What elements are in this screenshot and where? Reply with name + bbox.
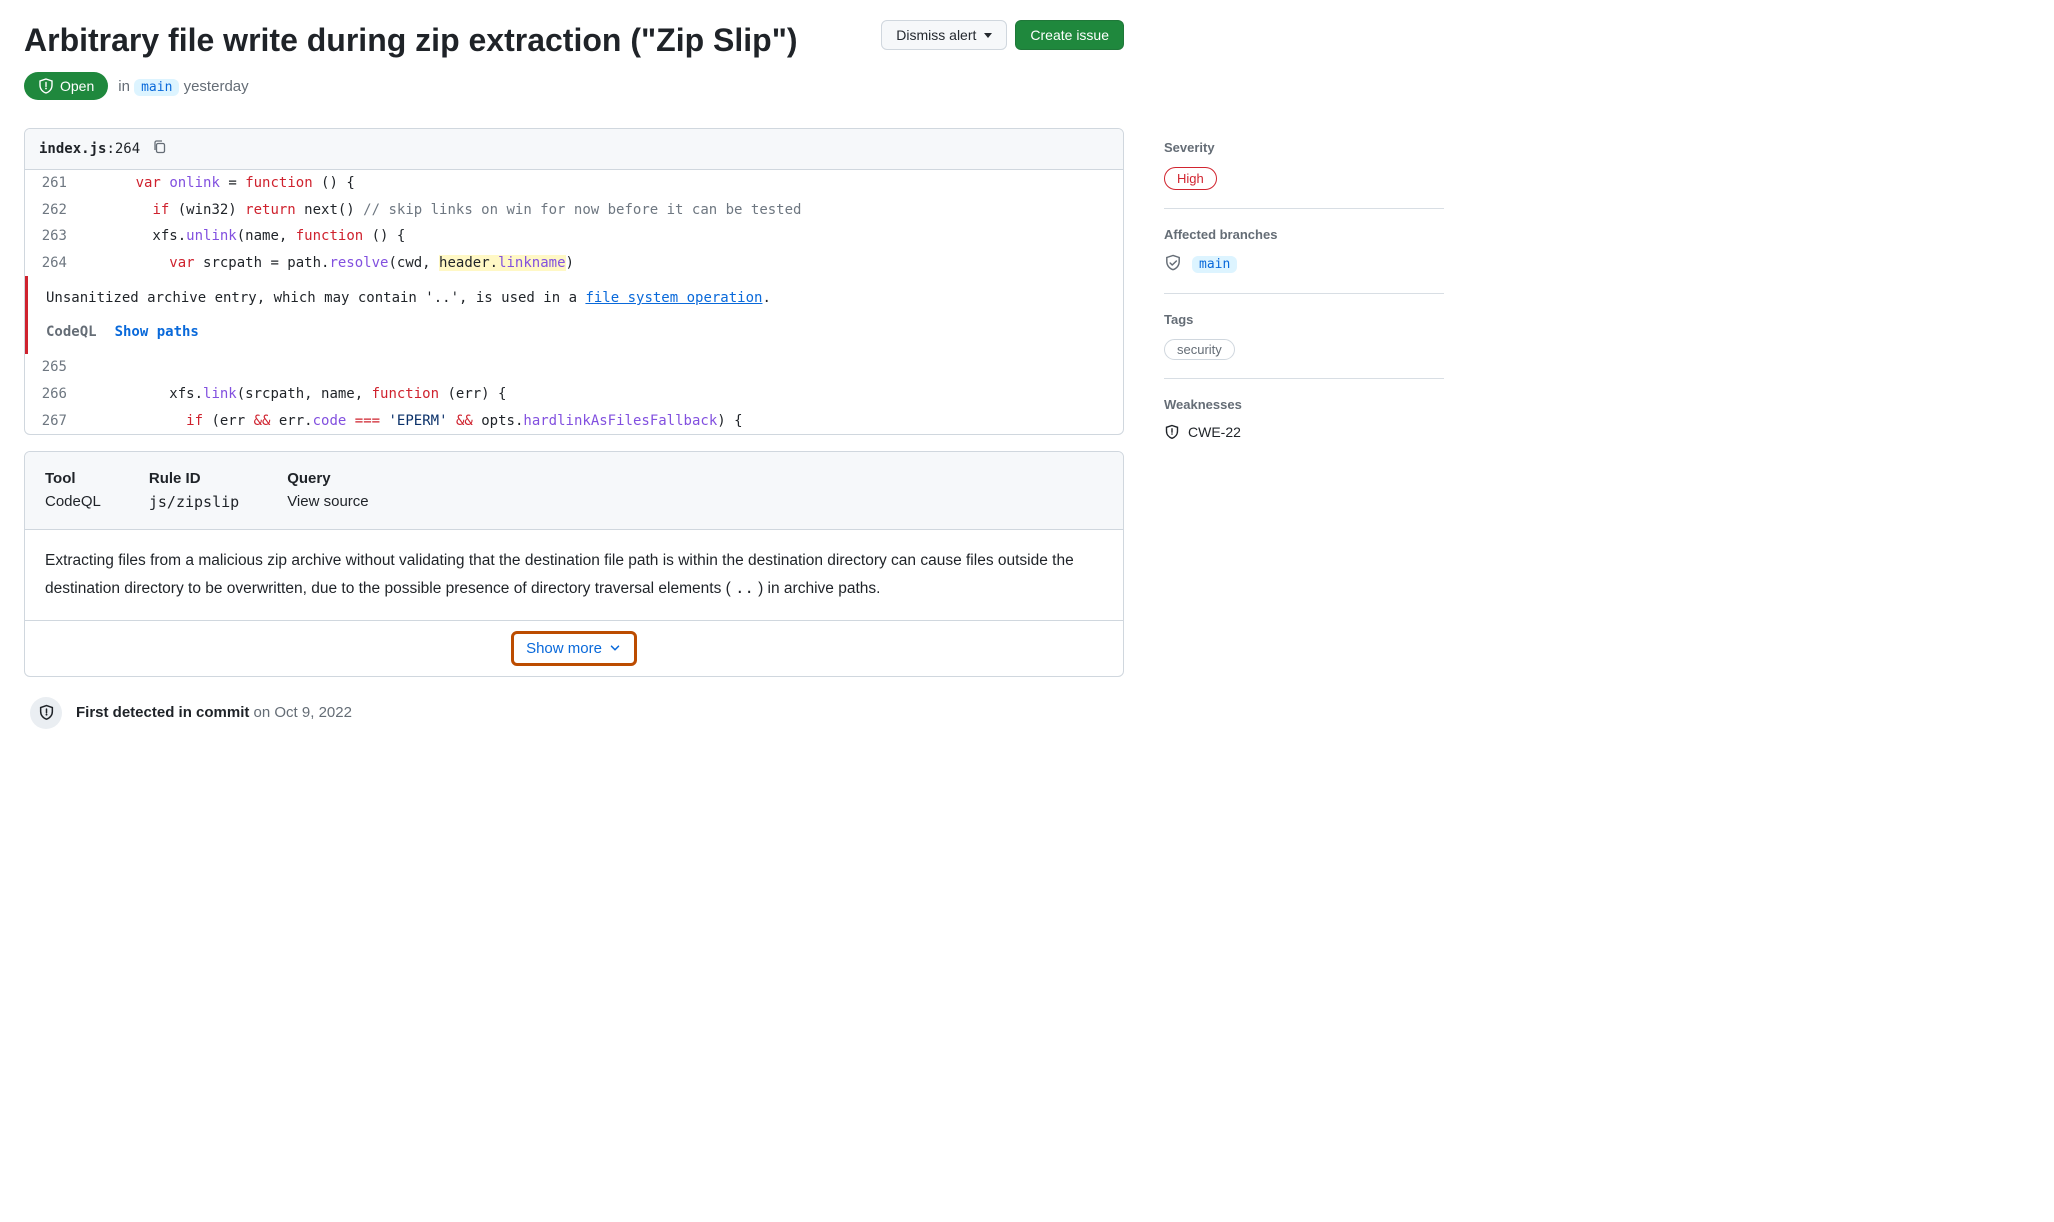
status-when: yesterday	[184, 78, 249, 95]
line-number: 264	[25, 250, 85, 277]
affected-branch-main[interactable]: main	[1192, 256, 1237, 273]
status-badge: Open	[24, 72, 108, 100]
detail-column-value[interactable]: View source	[287, 493, 368, 510]
tag-security[interactable]: security	[1164, 339, 1235, 360]
code-file-location[interactable]: index.js:264	[39, 141, 140, 157]
line-number: 267	[25, 408, 85, 435]
code-line: 261 var onlink = function () {	[25, 170, 1123, 197]
weaknesses-heading: Weaknesses	[1164, 397, 1444, 412]
shield-icon	[1164, 424, 1180, 440]
chevron-down-icon	[984, 33, 992, 38]
timeline-first-detected: First detected in commit on Oct 9, 2022	[24, 697, 1124, 729]
alert-block: Unsanitized archive entry, which may con…	[25, 276, 1123, 354]
status-label: Open	[60, 78, 94, 94]
dismiss-alert-label: Dismiss alert	[896, 27, 976, 43]
severity-badge: High	[1164, 167, 1217, 190]
code-panel: index.js:264 261 var onlink = function (…	[24, 128, 1124, 435]
code-line: 265	[25, 354, 1123, 381]
code-line: 262 if (win32) return next() // skip lin…	[25, 197, 1123, 224]
detail-column: Tool CodeQL	[45, 470, 101, 511]
status-branch-chip[interactable]: main	[134, 79, 179, 96]
timeline-date: on Oct 9, 2022	[249, 704, 352, 721]
detail-panel: Tool CodeQL Rule ID js/zipslip Query View sou…	[24, 451, 1124, 677]
detail-column-label: Query	[287, 470, 368, 487]
code-line: 266 xfs.link(srcpath, name, function (er…	[25, 381, 1123, 408]
create-issue-button[interactable]: Create issue	[1015, 20, 1124, 50]
line-content: var onlink = function () {	[85, 170, 1123, 197]
alert-message: Unsanitized archive entry, which may con…	[46, 290, 1105, 306]
weakness-cwe-22[interactable]: CWE-22	[1164, 424, 1444, 440]
code-line: 263 xfs.unlink(name, function () {	[25, 223, 1123, 250]
status-in-text: in main yesterday	[118, 78, 248, 95]
detail-column-value: js/zipslip	[149, 493, 239, 511]
file-system-operation-link[interactable]: file system operation	[585, 290, 762, 306]
copy-icon[interactable]	[152, 139, 168, 159]
tags-heading: Tags	[1164, 312, 1444, 327]
check-circle-icon	[1164, 254, 1182, 275]
code-line: 267 if (err && err.code === 'EPERM' && o…	[25, 408, 1123, 435]
line-number: 262	[25, 197, 85, 224]
line-content	[85, 354, 1123, 381]
line-content: xfs.unlink(name, function () {	[85, 223, 1123, 250]
line-number: 263	[25, 223, 85, 250]
detail-column-label: Tool	[45, 470, 101, 487]
line-number: 265	[25, 354, 85, 381]
line-content: xfs.link(srcpath, name, function (err) {	[85, 381, 1123, 408]
show-paths-link[interactable]: Show paths	[115, 324, 199, 340]
timeline-label: First detected in commit	[76, 704, 249, 721]
shield-alert-icon	[38, 78, 54, 94]
detail-column: Query View source	[287, 470, 368, 511]
detail-column-value: CodeQL	[45, 493, 101, 510]
shield-icon	[30, 697, 62, 729]
dismiss-alert-button[interactable]: Dismiss alert	[881, 20, 1007, 50]
line-content: if (win32) return next() // skip links o…	[85, 197, 1123, 224]
line-number: 266	[25, 381, 85, 408]
affected-branches-heading: Affected branches	[1164, 227, 1444, 242]
detail-description: Extracting files from a malicious zip ar…	[25, 530, 1123, 621]
severity-heading: Severity	[1164, 140, 1444, 155]
detail-column-label: Rule ID	[149, 470, 239, 487]
line-number: 261	[25, 170, 85, 197]
page-title: Arbitrary file write during zip extracti…	[24, 20, 798, 60]
line-content: var srcpath = path.resolve(cwd, header.l…	[85, 250, 1123, 277]
line-content: if (err && err.code === 'EPERM' && opts.…	[85, 408, 1123, 435]
code-line: 264 var srcpath = path.resolve(cwd, head…	[25, 250, 1123, 277]
show-more-button[interactable]: Show more	[511, 631, 637, 666]
detail-column: Rule ID js/zipslip	[149, 470, 239, 511]
codeql-label: CodeQL	[46, 324, 97, 340]
chevron-down-icon	[608, 641, 622, 655]
